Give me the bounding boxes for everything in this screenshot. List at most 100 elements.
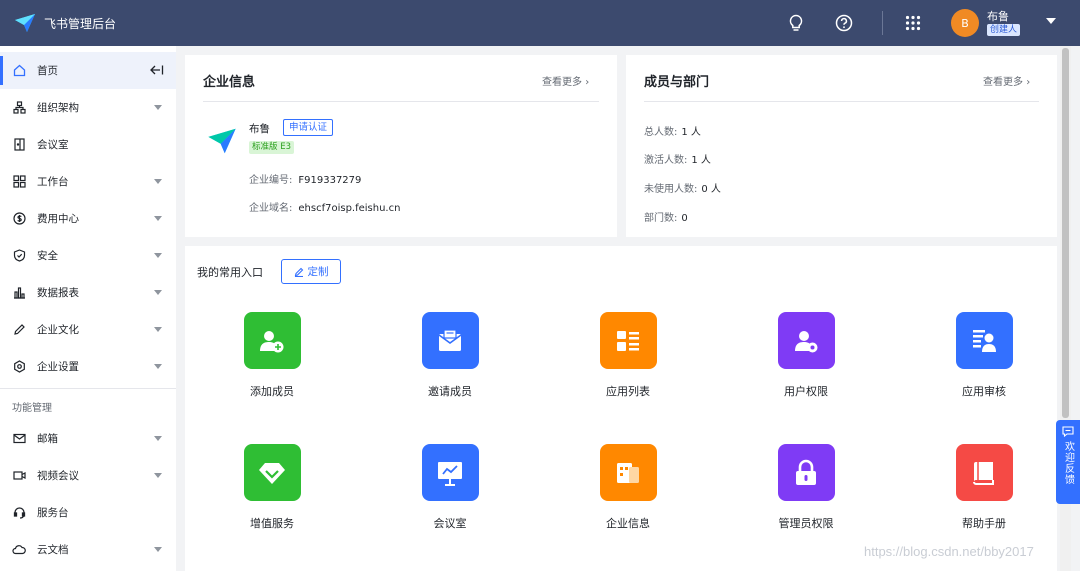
book-icon xyxy=(955,444,1013,501)
sidebar-item-meeting-room[interactable]: 会议室 xyxy=(0,126,176,163)
card-title: 成员与部门 xyxy=(644,75,710,90)
sidebar-item-label: 企业设置 xyxy=(37,361,79,373)
apps-grid-icon[interactable] xyxy=(903,13,923,33)
app-list-icon xyxy=(599,312,657,369)
more-link-label: 查看更多 xyxy=(983,77,1023,88)
user-permission-icon xyxy=(777,312,835,369)
sidebar-item-label: 会议室 xyxy=(37,139,69,151)
sidebar-item-label: 视频会议 xyxy=(37,470,79,482)
shield-icon xyxy=(12,249,26,263)
sidebar-item-label: 组织架构 xyxy=(37,102,79,114)
customize-button[interactable]: 定制 xyxy=(281,259,341,284)
edition-badge: 标准版 E3 xyxy=(249,141,294,154)
sidebar-item-mail[interactable]: 邮箱 xyxy=(0,420,176,457)
headset-icon xyxy=(12,506,26,520)
sidebar-item-settings[interactable]: 企业设置 xyxy=(0,348,176,385)
sidebar-item-org[interactable]: 组织架构 xyxy=(0,89,176,126)
user-name: 布鲁 xyxy=(986,10,1009,23)
chevron-down-icon xyxy=(154,216,162,221)
help-icon[interactable] xyxy=(834,13,854,33)
members-card: 成员与部门 查看更多 › 总人数: 1 人 激活人数: 1 人 未使用人数: 0 人 … xyxy=(626,55,1057,237)
shortcut-app-review[interactable]: 应用审核 xyxy=(924,312,1044,399)
shortcut-label: 管理员权限 xyxy=(778,517,834,530)
chevron-right-icon: › xyxy=(585,77,590,88)
sidebar-section-title: 功能管理 xyxy=(12,402,52,414)
feedback-icon xyxy=(1062,426,1074,437)
home-icon xyxy=(12,64,26,78)
chevron-right-icon: › xyxy=(1026,77,1031,88)
invite-mail-icon xyxy=(421,312,479,369)
workbench-icon xyxy=(12,175,26,189)
stat-label: 未使用人数: xyxy=(644,184,698,195)
shortcut-value-added[interactable]: 增值服务 xyxy=(212,444,332,531)
avatar[interactable]: B xyxy=(950,9,979,37)
shortcut-label: 增值服务 xyxy=(250,517,294,530)
company-more-link[interactable]: 查看更多 › xyxy=(542,73,589,88)
company-id-row: 企业编号: F919337279 xyxy=(249,171,361,186)
chevron-down-icon xyxy=(154,436,162,441)
feedback-button[interactable]: 欢迎反馈 xyxy=(1056,420,1080,504)
company-id-value: F919337279 xyxy=(298,175,362,186)
shortcut-invite-member[interactable]: 邀请成员 xyxy=(390,312,510,399)
collapse-sidebar-icon[interactable] xyxy=(149,64,164,79)
company-domain-label: 企业域名: xyxy=(249,203,293,214)
company-id-label: 企业编号: xyxy=(249,175,293,186)
settings-icon xyxy=(12,360,26,374)
stat-label: 总人数: xyxy=(644,127,678,138)
shortcut-meeting-room[interactable]: 会议室 xyxy=(390,444,510,531)
sidebar-item-label: 工作台 xyxy=(37,176,69,188)
stat-unused: 未使用人数: 0 人 xyxy=(644,180,721,195)
card-title: 企业信息 xyxy=(203,75,256,90)
card-divider xyxy=(203,101,599,102)
feishu-logo-icon[interactable] xyxy=(14,12,36,34)
shortcut-admin-permission[interactable]: 管理员权限 xyxy=(746,444,866,531)
shortcut-company-info[interactable]: 企业信息 xyxy=(568,444,688,531)
sidebar-item-label: 企业文化 xyxy=(37,324,79,336)
company-name: 布鲁 xyxy=(249,123,270,135)
stat-value: 0 xyxy=(681,213,688,224)
sidebar-item-label: 首页 xyxy=(37,65,58,77)
lock-icon xyxy=(777,444,835,501)
more-link-label: 查看更多 xyxy=(542,77,582,88)
shortcut-user-permission[interactable]: 用户权限 xyxy=(746,312,866,399)
stat-active: 激活人数: 1 人 xyxy=(644,151,711,166)
sidebar-item-label: 云文档 xyxy=(37,544,69,556)
scrollbar-thumb[interactable] xyxy=(1062,48,1069,418)
sidebar-item-culture[interactable]: 企业文化 xyxy=(0,311,176,348)
shortcut-add-member[interactable]: 添加成员 xyxy=(212,312,332,399)
shortcut-help-manual[interactable]: 帮助手册 xyxy=(924,444,1044,531)
lightbulb-icon[interactable] xyxy=(786,13,806,33)
company-logo-icon xyxy=(207,127,237,158)
sidebar-item-security[interactable]: 安全 xyxy=(0,237,176,274)
sidebar-item-cloud-docs[interactable]: 云文档 xyxy=(0,531,176,568)
sidebar-item-workbench[interactable]: 工作台 xyxy=(0,163,176,200)
chevron-down-icon xyxy=(154,290,162,295)
user-menu-chevron-down-icon[interactable] xyxy=(1046,18,1056,24)
billing-icon xyxy=(12,212,26,226)
bar-chart-icon xyxy=(12,286,26,300)
stat-label: 激活人数: xyxy=(644,155,688,166)
edit-icon xyxy=(294,267,304,277)
sidebar-item-video[interactable]: 视频会议 xyxy=(0,457,176,494)
shortcut-label: 会议室 xyxy=(433,517,467,530)
meeting-room-icon xyxy=(12,138,26,152)
sidebar-item-home[interactable]: 首页 xyxy=(0,52,176,89)
apply-certification-button[interactable]: 申请认证 xyxy=(283,119,334,136)
shortcut-app-list[interactable]: 应用列表 xyxy=(568,312,688,399)
shortcut-label: 添加成员 xyxy=(250,385,294,398)
sidebar-item-helpdesk[interactable]: 服务台 xyxy=(0,494,176,531)
sidebar-item-reports[interactable]: 数据报表 xyxy=(0,274,176,311)
feedback-label: 欢迎反馈 xyxy=(1062,441,1074,485)
company-domain-row: 企业域名: ehscf7oisp.feishu.cn xyxy=(249,199,400,214)
app-title: 飞书管理后台 xyxy=(44,16,117,31)
members-more-link[interactable]: 查看更多 › xyxy=(983,73,1030,88)
sidebar-item-label: 服务台 xyxy=(37,507,69,519)
sidebar-item-label: 费用中心 xyxy=(37,213,79,225)
shortcut-label: 邀请成员 xyxy=(428,385,472,398)
app-review-icon xyxy=(955,312,1013,369)
customize-label: 定制 xyxy=(307,266,329,278)
user-info[interactable]: 布鲁 创建人 xyxy=(986,10,1020,36)
sidebar-item-billing[interactable]: 费用中心 xyxy=(0,200,176,237)
watermark: https://blog.csdn.net/bby2017 xyxy=(864,544,1034,559)
user-role-badge: 创建人 xyxy=(986,24,1020,36)
